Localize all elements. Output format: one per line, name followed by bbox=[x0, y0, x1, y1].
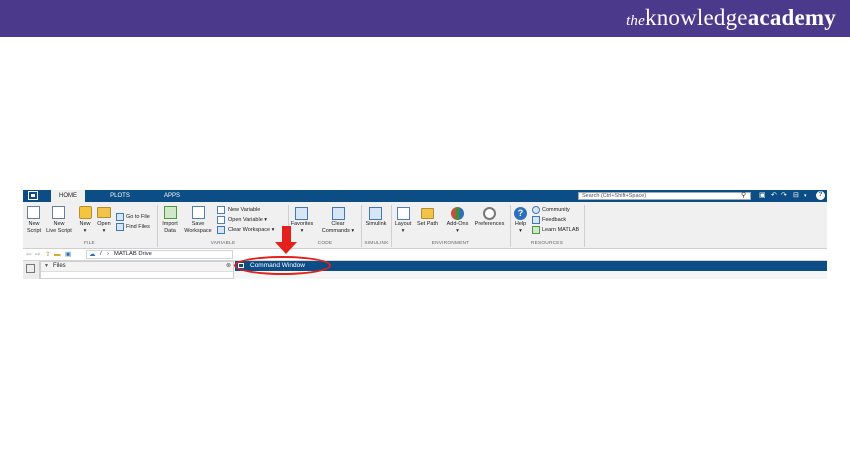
simulink-button[interactable]: Simulink bbox=[362, 221, 390, 228]
clear-commands-icon bbox=[332, 207, 345, 220]
learn-matlab-link[interactable]: Learn MATLAB bbox=[542, 226, 579, 234]
chevron-down-icon[interactable]: ▼ bbox=[44, 262, 49, 271]
clear-workspace-icon bbox=[217, 226, 225, 234]
cloud-icon: ☁ bbox=[89, 251, 96, 258]
toolstrip-tab-bar: HOME PLOTS APPS Search (Ctrl+Shift+Space… bbox=[23, 190, 827, 202]
close-icon[interactable]: ⊗ bbox=[226, 262, 231, 271]
open-button[interactable]: Open ▾ bbox=[94, 221, 114, 234]
sidebar-strip bbox=[23, 261, 40, 279]
community-icon bbox=[532, 206, 540, 214]
browse-folder-icon[interactable]: ▣ bbox=[65, 250, 71, 259]
go-to-file-icon bbox=[116, 213, 124, 221]
save-icon[interactable]: ▣ bbox=[759, 191, 766, 201]
preferences-button[interactable]: Preferences bbox=[473, 221, 506, 228]
feedback-link[interactable]: Feedback bbox=[542, 216, 566, 224]
set-path-button[interactable]: Set Path bbox=[415, 221, 440, 228]
tab-apps[interactable]: APPS bbox=[157, 190, 187, 202]
section-label-simulink: SIMULINK bbox=[364, 241, 389, 246]
new-live-script-icon bbox=[52, 206, 65, 219]
open-icon bbox=[97, 207, 111, 218]
add-ons-button[interactable]: Add-Ons ▾ bbox=[443, 221, 472, 234]
path-separator: › bbox=[107, 251, 109, 257]
open-variable-button[interactable]: Open Variable ▾ bbox=[228, 216, 267, 224]
new-variable-button[interactable]: New Variable bbox=[228, 206, 260, 214]
up-folder-icon[interactable]: ⇧ bbox=[45, 250, 50, 259]
clear-workspace-button[interactable]: Clear Workspace ▾ bbox=[228, 226, 274, 234]
undo-icon[interactable]: ↶ bbox=[771, 191, 777, 201]
help-button[interactable]: Help ▾ bbox=[511, 221, 530, 234]
search-icon[interactable]: ⚲ bbox=[741, 192, 746, 200]
matlab-screenshot: HOME PLOTS APPS Search (Ctrl+Shift+Space… bbox=[23, 190, 827, 279]
simulink-icon bbox=[369, 207, 382, 220]
find-files-button[interactable]: Find Files bbox=[126, 223, 150, 231]
learn-matlab-icon bbox=[532, 226, 540, 234]
new-script-button[interactable]: New Script bbox=[24, 221, 44, 234]
open-variable-icon bbox=[217, 216, 225, 224]
matlab-logo-icon bbox=[28, 191, 38, 200]
new-script-icon bbox=[27, 206, 40, 219]
toolstrip-ribbon: New Script New Live Script New ▾ Open ▾ Go t… bbox=[23, 202, 827, 249]
import-data-icon bbox=[164, 206, 177, 219]
section-divider bbox=[584, 205, 585, 247]
community-link[interactable]: Community bbox=[542, 206, 570, 214]
feedback-icon bbox=[532, 216, 540, 224]
preferences-icon bbox=[483, 207, 496, 220]
new-button[interactable]: New ▾ bbox=[76, 221, 94, 234]
add-ons-icon bbox=[451, 207, 464, 220]
favorites-button[interactable]: Favorites ▾ bbox=[289, 221, 315, 234]
files-panel-title: Files bbox=[53, 263, 66, 269]
layout-icon bbox=[397, 207, 410, 220]
brand-banner: theknowledgeacademy bbox=[0, 0, 850, 37]
layout-button[interactable]: Layout ▾ bbox=[392, 221, 414, 234]
annotation-arrow-head bbox=[275, 242, 297, 254]
help-icon: ? bbox=[514, 207, 527, 220]
redo-icon[interactable]: ↷ bbox=[781, 191, 787, 201]
layout-icon[interactable]: ⊟ bbox=[793, 191, 799, 201]
files-panel: ▼ Files ⊗ bbox=[40, 261, 234, 279]
tab-plots[interactable]: PLOTS bbox=[103, 190, 137, 202]
path-folder[interactable]: MATLAB Drive bbox=[114, 250, 152, 259]
annotation-arrow bbox=[282, 226, 291, 243]
favorites-icon bbox=[295, 207, 308, 220]
new-live-script-button[interactable]: New Live Script bbox=[44, 221, 74, 234]
annotation-highlight-ellipse bbox=[234, 256, 331, 275]
section-label-environment: ENVIRONMENT bbox=[431, 241, 470, 246]
panel-toggle-icon[interactable] bbox=[26, 264, 35, 273]
section-label-file: FILE bbox=[84, 241, 95, 246]
tab-home[interactable]: HOME bbox=[51, 190, 85, 202]
import-data-button[interactable]: Import Data bbox=[159, 221, 181, 234]
search-input[interactable]: Search (Ctrl+Shift+Space) bbox=[578, 192, 751, 200]
chevron-down-icon[interactable]: ▾ bbox=[804, 191, 807, 201]
path-root[interactable]: / bbox=[100, 250, 102, 259]
go-to-file-button[interactable]: Go to File bbox=[126, 213, 150, 221]
forward-icon[interactable]: ⇨ bbox=[35, 250, 40, 259]
save-workspace-icon bbox=[192, 206, 205, 219]
help-icon[interactable]: ? bbox=[816, 191, 825, 200]
section-label-resources: RESOURCES bbox=[530, 241, 564, 246]
section-label-variable: VARIABLE bbox=[210, 241, 236, 246]
address-bar: ⇦ ⇨ ⇧ ▬ ▣ ☁ / › MATLAB Drive bbox=[23, 249, 827, 261]
new-icon bbox=[79, 206, 92, 219]
files-panel-header: ▼ Files ⊗ bbox=[41, 262, 233, 272]
new-variable-icon bbox=[217, 206, 225, 214]
clear-commands-button[interactable]: Clear Commands ▾ bbox=[320, 221, 356, 234]
save-workspace-button[interactable]: Save Workspace bbox=[182, 221, 214, 234]
set-path-icon bbox=[421, 208, 434, 219]
brand-logo: theknowledgeacademy bbox=[626, 5, 836, 30]
find-files-icon bbox=[116, 223, 124, 231]
section-label-code: CODE bbox=[317, 241, 333, 246]
folder-icon[interactable]: ▬ bbox=[54, 250, 61, 259]
back-icon[interactable]: ⇦ bbox=[26, 250, 31, 259]
